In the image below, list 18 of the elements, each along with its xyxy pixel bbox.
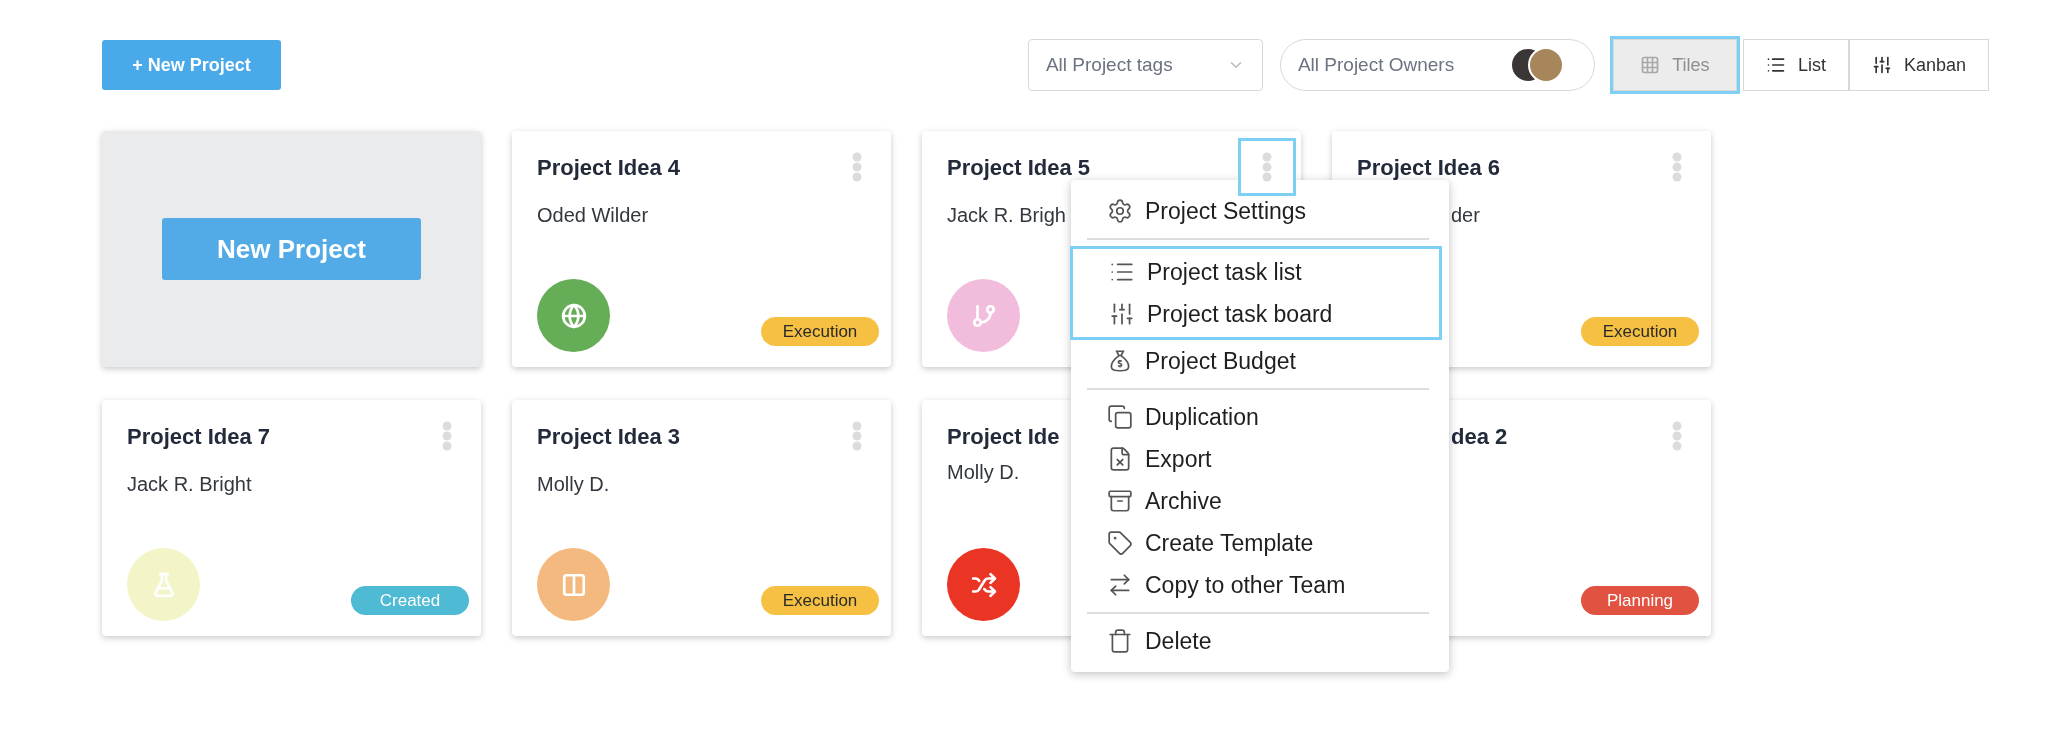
project-title: Project Idea 3 (537, 423, 681, 451)
project-owner: Jack R. Bright (127, 472, 252, 497)
project-owner: Molly D. (537, 472, 610, 497)
project-title: Project Idea 7 (127, 423, 271, 451)
status-tag: Execution (761, 586, 879, 615)
status-tag: Execution (1581, 317, 1699, 346)
project-owner: der (1451, 203, 1480, 228)
project-owner: Oded Wilder (537, 203, 649, 228)
project-title: Project Idea 5 (947, 154, 1091, 182)
project-title: dea 2 (1451, 423, 1508, 451)
project-title: Project Idea 6 (1357, 154, 1501, 182)
project-title: Project Ide (947, 423, 1060, 451)
status-tag: Created (351, 586, 469, 615)
project-title: Project Idea 4 (537, 154, 681, 182)
project-owner: Molly D. (947, 460, 1020, 485)
status-tag: Execution (761, 317, 879, 346)
project-owner: Jack R. Brigh (947, 203, 1066, 228)
status-tag: Planning (1581, 586, 1699, 615)
